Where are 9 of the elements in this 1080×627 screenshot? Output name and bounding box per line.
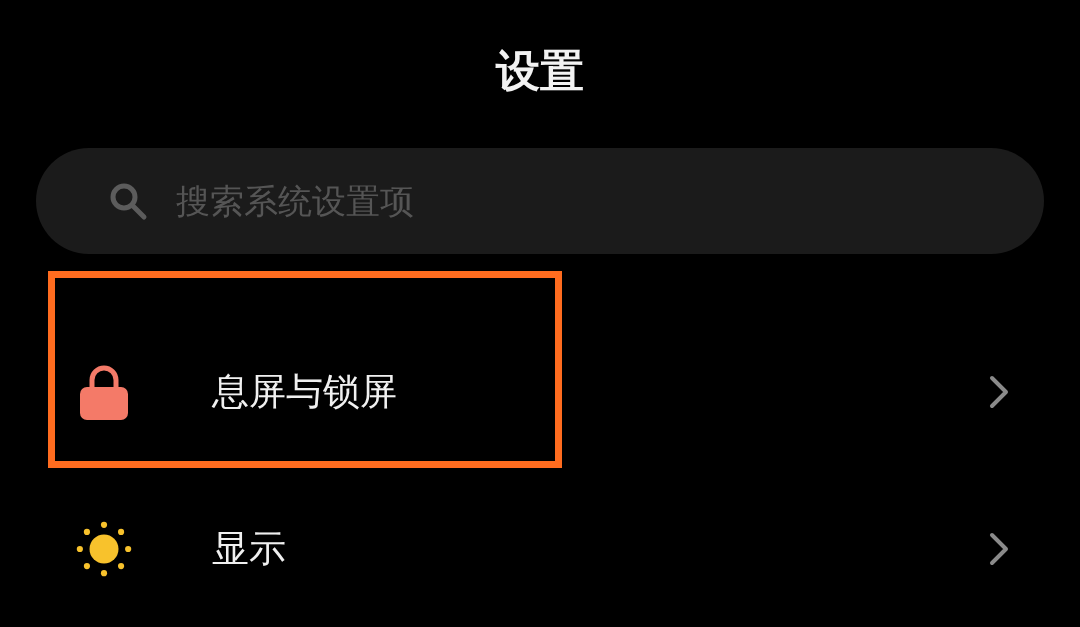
chevron-right-icon (988, 373, 1010, 410)
settings-item[interactable]: 显示 (0, 470, 1080, 627)
settings-item[interactable]: 息屏与锁屏 (0, 313, 1080, 470)
search-bar[interactable]: 搜索系统设置项 (36, 148, 1044, 254)
search-icon (108, 181, 148, 221)
search-field[interactable]: 搜索系统设置项 (174, 180, 1044, 222)
sun-icon (76, 519, 132, 578)
page-title: 设置 (496, 44, 584, 98)
chevron-right-icon (988, 530, 1010, 567)
